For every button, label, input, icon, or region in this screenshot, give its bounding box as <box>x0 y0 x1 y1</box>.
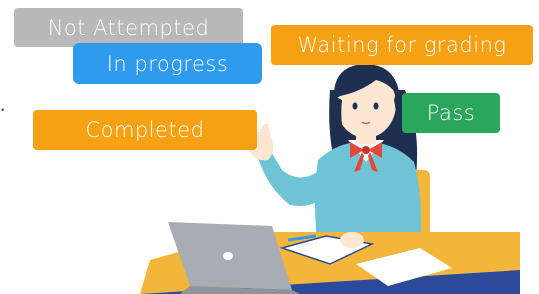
eye-right <box>373 102 379 110</box>
status-badge-waiting-for-grading: Waiting for grading <box>271 25 533 65</box>
status-badge-completed: Completed <box>33 110 257 150</box>
laptop-logo <box>223 252 233 260</box>
status-illustration-stage: • Not Attempted Waiting for grading In p… <box>0 0 539 294</box>
status-badge-pass: Pass <box>402 93 500 133</box>
decorative-mark: • <box>0 106 6 116</box>
eye-left <box>352 102 358 110</box>
resting-hand <box>340 232 364 248</box>
bow-knot <box>362 146 370 154</box>
status-badge-in-progress: In progress <box>73 43 262 84</box>
status-badge-not-attempted: Not Attempted <box>14 8 243 47</box>
